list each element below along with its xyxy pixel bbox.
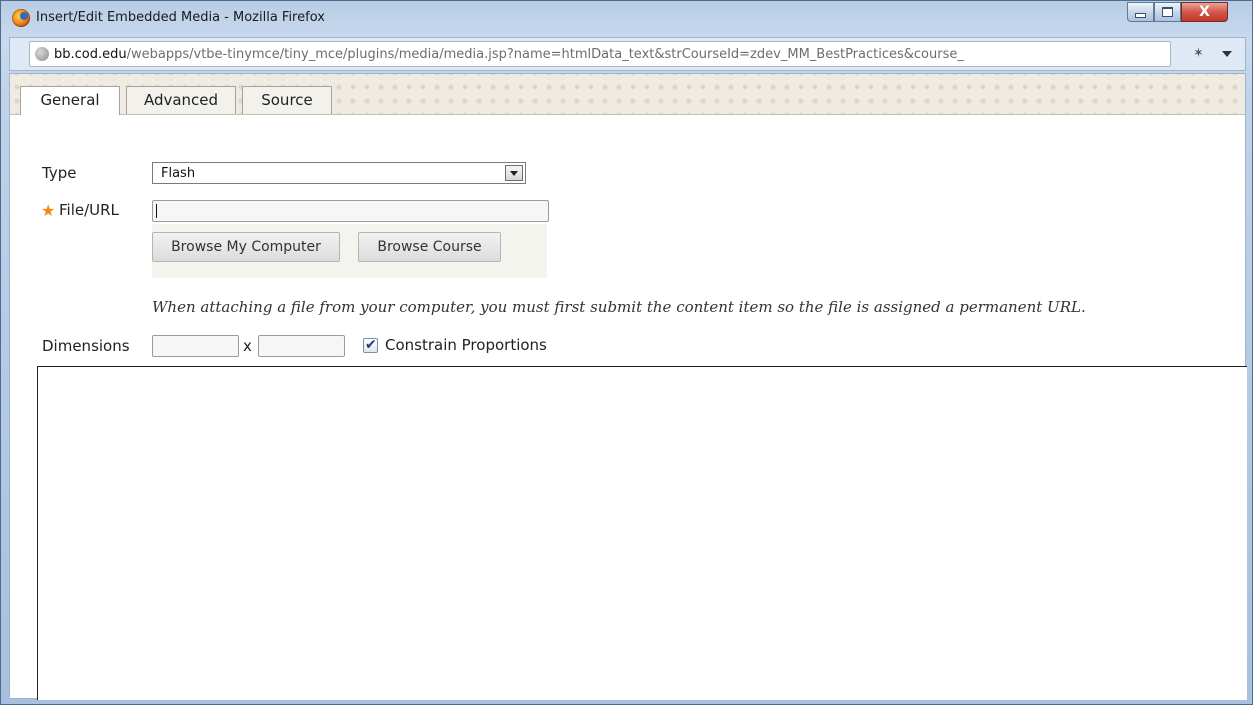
constrain-proportions-label[interactable]: Constrain Proportions xyxy=(385,336,547,354)
url-text: bb.cod.edu/webapps/vtbe-tinymce/tiny_mce… xyxy=(54,47,964,62)
url-domain: bb.cod.edu xyxy=(54,47,127,62)
close-icon: X xyxy=(1199,4,1210,20)
maximize-button[interactable] xyxy=(1154,2,1181,22)
browser-window: Insert/Edit Embedded Media - Mozilla Fir… xyxy=(0,0,1253,705)
type-select-value: Flash xyxy=(161,166,196,181)
dimensions-separator: x xyxy=(243,337,252,355)
window-title: Insert/Edit Embedded Media - Mozilla Fir… xyxy=(36,10,325,25)
url-path: /webapps/vtbe-tinymce/tiny_mce/plugins/m… xyxy=(126,47,964,62)
globe-icon xyxy=(35,47,49,61)
required-star-icon: ★ xyxy=(41,203,56,220)
file-url-input[interactable] xyxy=(152,200,549,222)
maximize-icon xyxy=(1162,7,1173,17)
tab-advanced[interactable]: Advanced xyxy=(126,86,236,114)
url-field[interactable]: bb.cod.edu/webapps/vtbe-tinymce/tiny_mce… xyxy=(29,41,1171,67)
dialog-content: General Advanced Source Type Flash ★ Fil… xyxy=(9,73,1247,700)
minimize-button[interactable] xyxy=(1127,2,1154,22)
minimize-icon xyxy=(1135,13,1146,18)
type-label: Type xyxy=(42,164,77,182)
constrain-proportions-checkbox[interactable]: ✔ xyxy=(363,336,378,353)
file-url-label: File/URL xyxy=(59,201,119,219)
text-cursor xyxy=(156,204,157,218)
browse-course-button[interactable]: Browse Course xyxy=(358,232,501,262)
chevron-down-icon[interactable] xyxy=(505,165,523,181)
addon-icon[interactable]: ✶ xyxy=(1193,45,1204,61)
firefox-icon xyxy=(12,9,30,27)
checkmark-icon: ✔ xyxy=(365,336,377,352)
width-input[interactable] xyxy=(152,335,239,357)
browse-my-computer-button[interactable]: Browse My Computer xyxy=(152,232,340,262)
tab-strip: General Advanced Source xyxy=(10,74,1245,115)
type-select[interactable]: Flash xyxy=(152,162,526,184)
height-input[interactable] xyxy=(258,335,345,357)
dropdown-arrow-icon[interactable] xyxy=(1222,51,1232,57)
tab-source[interactable]: Source xyxy=(242,86,332,114)
dimensions-label: Dimensions xyxy=(42,337,130,355)
attach-note: When attaching a file from your computer… xyxy=(152,298,1086,316)
title-bar[interactable]: Insert/Edit Embedded Media - Mozilla Fir… xyxy=(1,1,1252,35)
media-preview-area xyxy=(37,366,1247,700)
address-bar: bb.cod.edu/webapps/vtbe-tinymce/tiny_mce… xyxy=(9,37,1246,71)
close-button[interactable]: X xyxy=(1181,2,1228,22)
tab-general[interactable]: General xyxy=(20,86,120,115)
